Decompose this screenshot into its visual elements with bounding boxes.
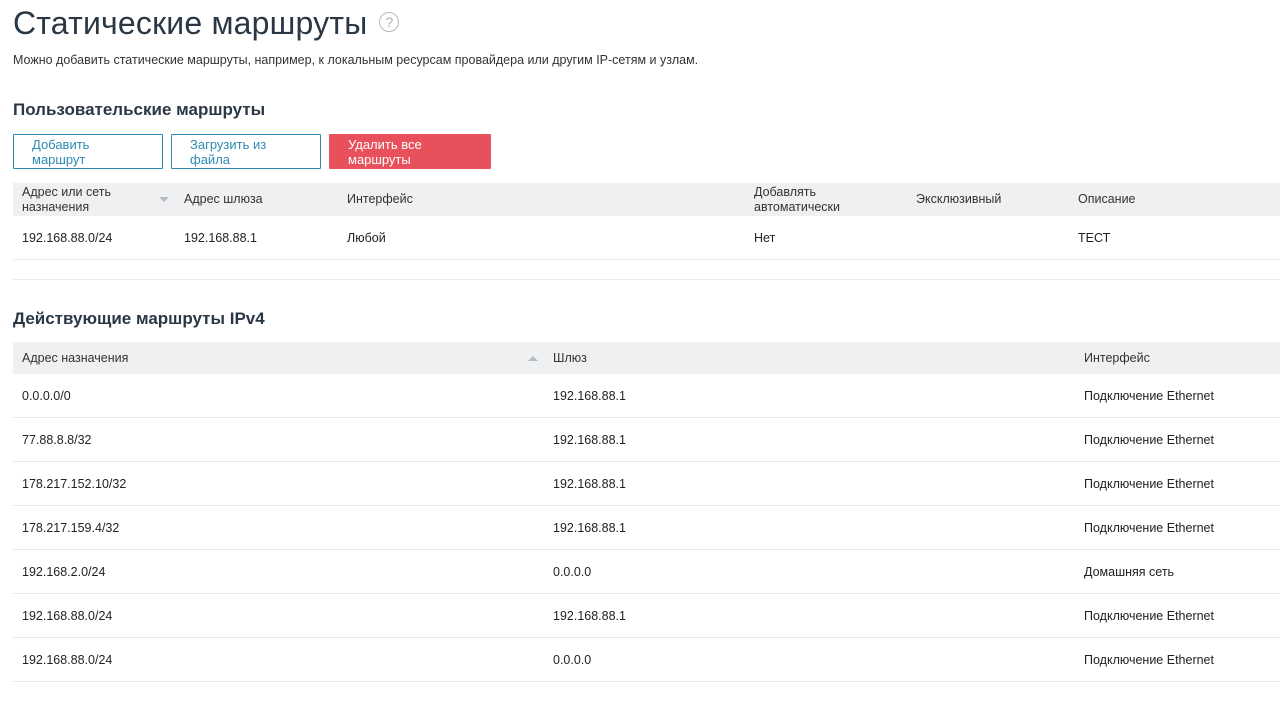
page-subtitle: Можно добавить статические маршруты, нап… — [13, 53, 699, 67]
cell-gateway: 192.168.88.1 — [544, 374, 1075, 418]
section-divider — [13, 279, 1280, 280]
cell-destination: 192.168.88.0/24 — [13, 637, 544, 682]
column-header-gateway[interactable]: Шлюз — [544, 342, 1075, 374]
cell-destination: 77.88.8.8/32 — [13, 417, 544, 462]
cell-interface: Подключение Ethernet — [1075, 505, 1280, 550]
cell-interface: Домашняя сеть — [1075, 549, 1280, 594]
cell-interface: Подключение Ethernet — [1075, 637, 1280, 682]
column-header-destination[interactable]: Адрес назначения — [13, 342, 544, 374]
load-from-file-button[interactable]: Загрузить из файла — [171, 134, 321, 169]
cell-interface: Подключение Ethernet — [1075, 461, 1280, 506]
custom-routes-title: Пользовательские маршруты — [13, 100, 266, 119]
active-routes-title: Действующие маршруты IPv4 — [13, 309, 265, 328]
cell-destination: 178.217.159.4/32 — [13, 505, 544, 550]
cell-destination: 192.168.88.0/24 — [13, 593, 544, 638]
table-row: 0.0.0.0/0 192.168.88.1 Подключение Ether… — [13, 374, 1280, 418]
cell-interface: Любой — [338, 216, 745, 260]
page-title: Статические маршруты — [13, 5, 368, 41]
column-header-label: Адрес назначения — [22, 351, 129, 365]
sort-descending-icon — [159, 197, 169, 202]
cell-gateway: 0.0.0.0 — [544, 637, 1075, 682]
active-routes-table: Адрес назначения Шлюз Интерфейс 0.0.0.0/… — [13, 342, 1280, 682]
column-header-interface[interactable]: Интерфейс — [338, 183, 745, 216]
cell-gateway: 192.168.88.1 — [544, 417, 1075, 462]
column-header-auto-add[interactable]: Добавлять автоматически — [745, 183, 907, 216]
cell-interface: Подключение Ethernet — [1075, 593, 1280, 638]
active-routes-header-row: Адрес назначения Шлюз Интерфейс — [13, 342, 1280, 374]
column-header-label: Добавлять автоматически — [754, 184, 840, 214]
delete-all-routes-button[interactable]: Удалить все маршруты — [329, 134, 491, 169]
cell-interface: Подключение Ethernet — [1075, 417, 1280, 462]
table-row: 192.168.88.0/24 0.0.0.0 Подключение Ethe… — [13, 637, 1280, 682]
table-row: 192.168.88.0/24 192.168.88.1 Подключение… — [13, 593, 1280, 638]
static-routes-page: Статические маршруты ? Можно добавить ст… — [13, 0, 1280, 682]
custom-routes-table: Адрес или сеть назначения Адрес шлюза Ин… — [13, 183, 1280, 260]
column-header-label: Адрес или сеть назначения — [22, 184, 112, 214]
cell-gateway: 192.168.88.1 — [175, 216, 338, 260]
column-header-interface[interactable]: Интерфейс — [1075, 342, 1280, 374]
table-row: 178.217.159.4/32 192.168.88.1 Подключени… — [13, 505, 1280, 550]
custom-routes-toolbar: Добавить маршрут Загрузить из файла Удал… — [13, 134, 491, 169]
cell-exclusive — [907, 216, 1069, 260]
cell-gateway: 192.168.88.1 — [544, 461, 1075, 506]
cell-gateway: 192.168.88.1 — [544, 505, 1075, 550]
column-header-description[interactable]: Описание — [1069, 183, 1280, 216]
column-header-gateway[interactable]: Адрес шлюза — [175, 183, 338, 216]
sort-ascending-icon — [528, 355, 538, 361]
cell-interface: Подключение Ethernet — [1075, 374, 1280, 418]
title-row: Статические маршруты ? — [13, 0, 1280, 46]
cell-auto-add: Нет — [745, 216, 907, 260]
table-row: 192.168.2.0/24 0.0.0.0 Домашняя сеть — [13, 549, 1280, 594]
column-header-destination[interactable]: Адрес или сеть назначения — [13, 183, 175, 216]
table-row[interactable]: 192.168.88.0/24 192.168.88.1 Любой Нет Т… — [13, 216, 1280, 260]
cell-description: ТЕСТ — [1069, 216, 1280, 260]
column-header-exclusive[interactable]: Эксклюзивный — [907, 183, 1069, 216]
cell-destination: 178.217.152.10/32 — [13, 461, 544, 506]
help-icon[interactable]: ? — [379, 12, 400, 32]
custom-routes-header-row: Адрес или сеть назначения Адрес шлюза Ин… — [13, 183, 1280, 216]
table-row: 178.217.152.10/32 192.168.88.1 Подключен… — [13, 461, 1280, 506]
add-route-button[interactable]: Добавить маршрут — [13, 134, 163, 169]
table-row: 77.88.8.8/32 192.168.88.1 Подключение Et… — [13, 417, 1280, 462]
cell-gateway: 192.168.88.1 — [544, 593, 1075, 638]
cell-gateway: 0.0.0.0 — [544, 549, 1075, 594]
cell-destination: 0.0.0.0/0 — [13, 374, 544, 418]
cell-destination: 192.168.88.0/24 — [13, 216, 175, 260]
cell-destination: 192.168.2.0/24 — [13, 549, 544, 594]
